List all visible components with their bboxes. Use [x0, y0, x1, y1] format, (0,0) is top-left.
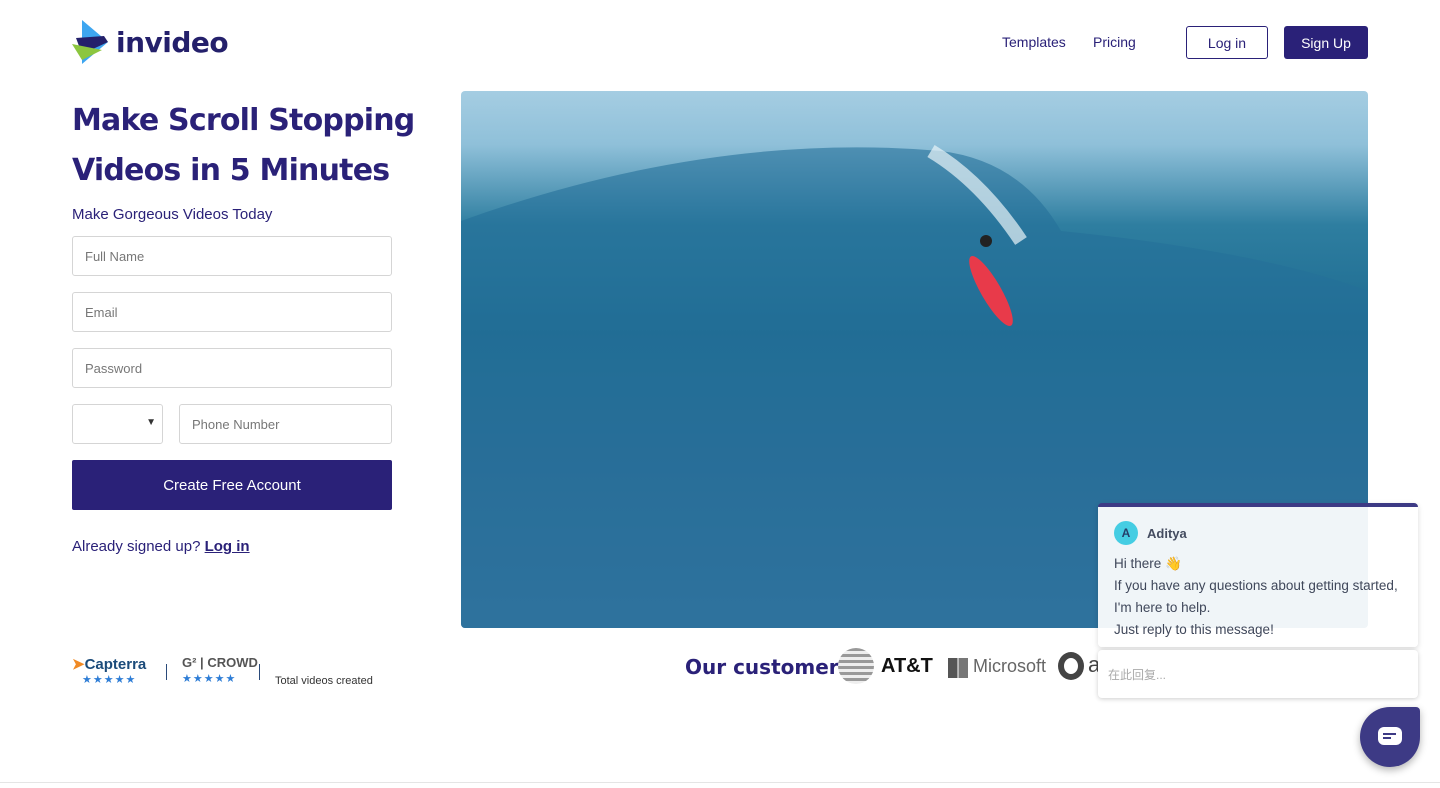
nav-templates[interactable]: Templates: [1002, 34, 1066, 50]
login-link[interactable]: Log in: [205, 538, 250, 555]
divider: [0, 782, 1440, 783]
signup-button[interactable]: Sign Up: [1284, 26, 1368, 59]
capterra-stars: ★★★★★: [82, 674, 137, 686]
capterra-logo: ➤Capterra: [72, 656, 147, 673]
phone-input[interactable]: [179, 404, 392, 444]
g2-rating: G² | CROWD ★★★★★: [182, 655, 258, 685]
nav-pricing[interactable]: Pricing: [1093, 34, 1136, 50]
brand-name: invideo: [116, 25, 229, 59]
chat-icon: [1378, 726, 1402, 745]
caret-down-icon: ▼: [146, 417, 156, 428]
g2-stars: ★★★★★: [182, 673, 237, 685]
g2-logo: G² | CROWD: [182, 655, 258, 670]
full-name-input[interactable]: [72, 236, 392, 276]
email-input[interactable]: [72, 292, 392, 332]
create-account-button[interactable]: Create Free Account: [72, 460, 392, 510]
microsoft-logo: Microsoft: [973, 656, 1047, 676]
agent-name: Aditya: [1147, 525, 1187, 541]
chat-line: Hi there 👋: [1114, 556, 1182, 571]
logo[interactable]: invideo: [72, 20, 229, 64]
country-code-select[interactable]: ▼: [72, 404, 163, 444]
chat-line: If you have any questions about getting …: [1114, 578, 1398, 615]
chat-message: A Aditya Hi there 👋 If you have any ques…: [1098, 503, 1418, 647]
already-text: Already signed up?: [72, 538, 201, 555]
invideo-logo-icon: [72, 20, 108, 64]
chat-line: Just reply to this message!: [1114, 622, 1274, 637]
chat-reply-input[interactable]: 在此回复...: [1098, 650, 1418, 698]
already-signed-up: Already signed up? Log in: [72, 538, 250, 555]
avatar: A: [1114, 521, 1138, 545]
att-globe-icon: [838, 648, 874, 684]
page-title: Make Scroll Stopping Videos in 5 Minutes: [72, 103, 415, 188]
capterra-rating: ➤Capterra ★★★★★: [72, 655, 146, 686]
microsoft-icon: [948, 658, 968, 678]
customer-logo-icon: [1058, 652, 1084, 680]
customers-label: Our customers:: [685, 655, 859, 679]
login-button[interactable]: Log in: [1186, 26, 1268, 59]
subtitle: Make Gorgeous Videos Today: [72, 206, 273, 223]
total-videos-label: Total videos created: [275, 675, 373, 687]
password-input[interactable]: [72, 348, 392, 388]
att-logo: AT&T: [881, 655, 933, 677]
chat-launcher-button[interactable]: [1360, 707, 1420, 767]
